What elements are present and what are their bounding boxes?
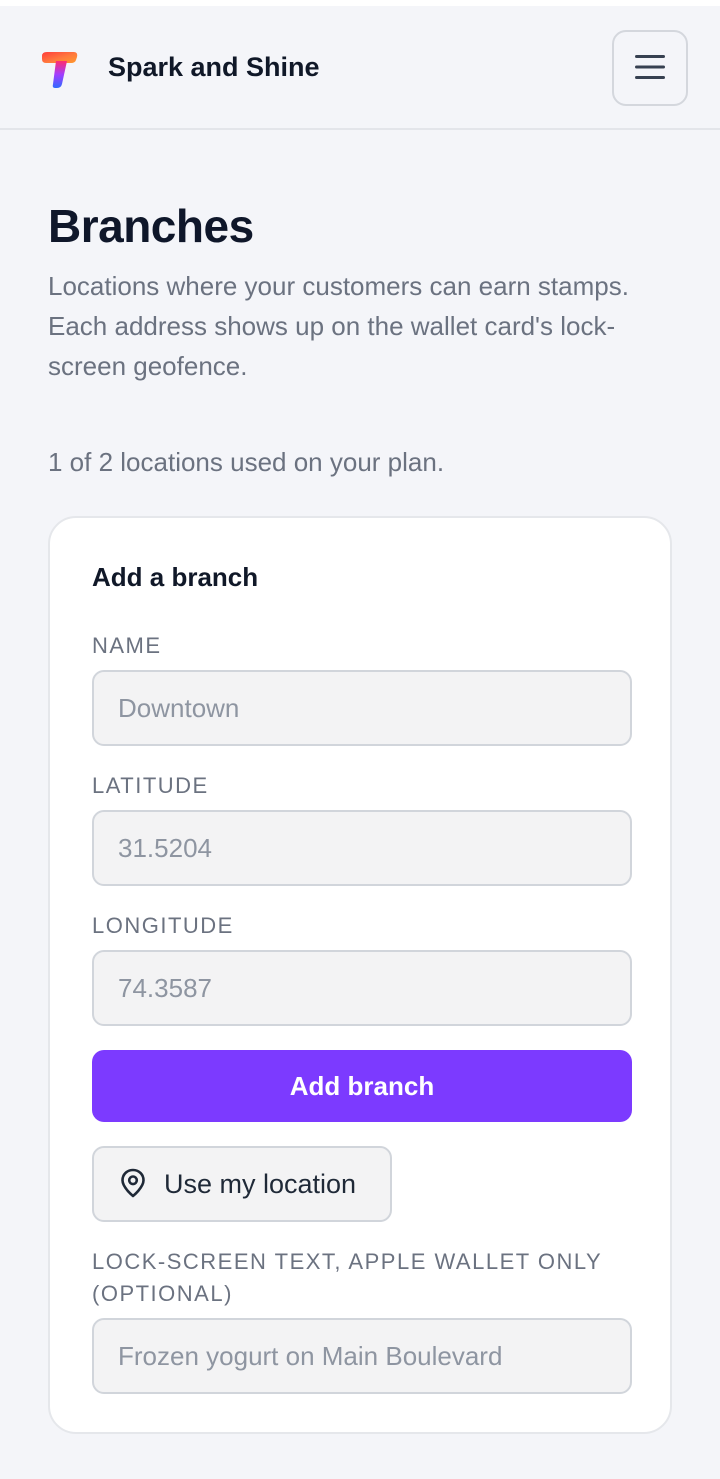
page-description: Locations where your customers can earn … xyxy=(48,271,629,381)
add-branch-button[interactable]: Add branch xyxy=(92,1050,632,1122)
map-pin-icon xyxy=(120,1168,146,1201)
lockscreen-text-input[interactable] xyxy=(92,1318,632,1394)
name-input[interactable] xyxy=(92,670,632,746)
plan-usage-text: 1 of 2 locations used on your plan. xyxy=(48,447,445,477)
hamburger-menu-icon xyxy=(633,54,667,83)
latitude-label: LATITUDE xyxy=(92,773,209,798)
card-title: Add a branch xyxy=(92,562,259,592)
page-title: Branches xyxy=(48,200,254,252)
use-my-location-button[interactable]: Use my location xyxy=(92,1146,392,1222)
lockscreen-text-label: LOCK-SCREEN TEXT, APPLE WALLET ONLY (OPT… xyxy=(92,1249,602,1306)
longitude-label: LONGITUDE xyxy=(92,913,234,938)
latitude-input[interactable] xyxy=(92,810,632,886)
menu-button[interactable] xyxy=(612,30,688,106)
app-header: Spark and Shine xyxy=(0,6,720,130)
longitude-input[interactable] xyxy=(92,950,632,1026)
use-my-location-label: Use my location xyxy=(164,1168,357,1199)
add-branch-card: Add a branch NAME LATITUDE LONGITUDE Add… xyxy=(48,516,672,1434)
brand-logo-icon[interactable] xyxy=(40,50,78,90)
name-label: NAME xyxy=(92,633,162,658)
brand-name[interactable]: Spark and Shine xyxy=(108,50,320,84)
